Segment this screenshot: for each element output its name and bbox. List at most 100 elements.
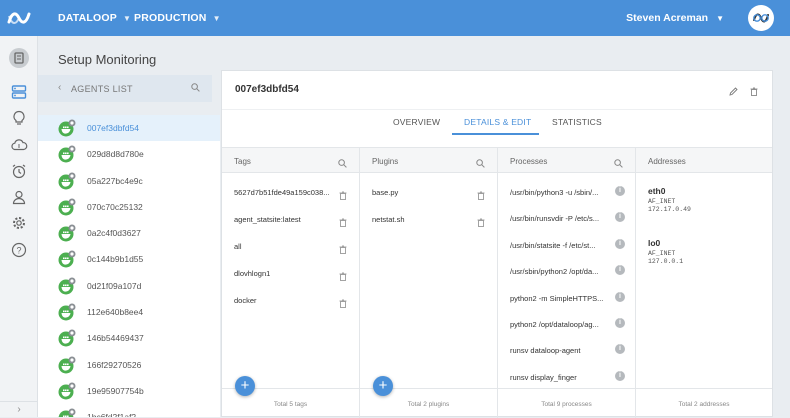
agent-list-item[interactable]: 0a2c4f0d3627 [38,220,220,246]
agent-name: 070c70c25132 [87,201,143,212]
process-item: /usr/bin/statsite -f /etc/st... [510,240,596,250]
add-plugin-button[interactable]: + [373,376,393,396]
insights-icon[interactable] [9,108,29,128]
agent-list-item[interactable]: 1bc6fd2f1af2 [38,404,220,417]
trash-icon[interactable] [339,241,347,254]
dataloop-logo-icon[interactable] [6,7,32,29]
plugins-total: Total 2 plugins [407,401,450,408]
docker-agent-icon [58,382,76,400]
processes-header-label: Processes [510,157,548,166]
agent-name: 05a227bc4e9c [87,175,143,186]
page-title: Setup Monitoring [58,52,157,67]
search-icon[interactable] [191,83,200,94]
docker-agent-icon [58,145,76,163]
info-icon[interactable]: i [615,212,625,223]
addresses-total: Total 2 addresses [678,401,730,408]
tags-column: Tags 5627d7b51fde49a159c038... agent_stat… [222,148,360,418]
org-switcher[interactable]: DATALOOP ▼ [58,0,131,36]
process-item: /usr/sbin/python2 /opt/da... [510,267,599,277]
tab-overview[interactable]: OVERVIEW [393,117,440,127]
env-label: PRODUCTION [134,12,207,24]
process-item: runsv display_finger [510,372,577,382]
agent-list-item[interactable]: 112e640b8ee4 [38,299,220,325]
details-columns: Tags 5627d7b51fde49a159c038... agent_stat… [222,147,772,418]
tags-total: Total 5 tags [273,401,308,408]
agent-list-item[interactable]: 0c144b9b1d55 [38,246,220,272]
agent-name: 029d8d8d780e [87,149,144,160]
info-icon[interactable]: i [615,238,625,249]
env-switcher[interactable]: PRODUCTION ▼ [134,0,221,36]
chevron-left-icon[interactable]: ‹ [58,82,61,93]
dashboard-icon[interactable] [9,48,29,68]
docker-agent-icon [58,119,76,137]
cloud-icon[interactable] [9,135,29,155]
docker-agent-icon [58,303,76,321]
agent-title: 007ef3dbfd54 [235,84,299,95]
search-icon[interactable] [476,155,485,173]
svg-text:?: ? [16,246,21,256]
settings-icon[interactable] [9,213,29,233]
tags-header: Tags [222,148,359,173]
info-icon[interactable]: i [615,344,625,355]
user-name: Steven Acreman [626,12,709,24]
trash-icon[interactable] [477,187,485,200]
agent-list-item[interactable]: 070c70c25132 [38,194,220,220]
agent-list-item[interactable]: 166f29270526 [38,352,220,378]
processes-column: Processes /usr/bin/python3 -u /sbin/... i… [498,148,636,418]
agent-list-item[interactable]: 146b54469437 [38,325,220,351]
chevron-down-icon: ▼ [716,13,724,23]
tags-header-label: Tags [234,157,251,166]
docker-agent-icon [58,250,76,268]
agent-name: 0c144b9b1d55 [87,254,144,265]
trash-icon[interactable] [339,295,347,308]
plugin-item: base.py [372,188,399,197]
agent-name: 0a2c4f0d3627 [87,228,141,239]
agent-name: 007ef3dbfd54 [87,123,139,133]
process-item: /usr/bin/python3 -u /sbin/... [510,188,599,197]
agent-detail-panel: 007ef3dbfd54 OVERVIEW DETAILS & EDIT STA… [221,70,773,418]
agent-list-item[interactable]: 0d21f09a107d [38,273,220,299]
tab-statistics[interactable]: STATISTICS [552,117,602,127]
info-icon[interactable]: i [615,370,625,381]
search-icon[interactable] [338,155,347,173]
agent-list-item[interactable]: 05a227bc4e9c [38,168,220,194]
alarm-clock-icon[interactable] [9,161,29,181]
org-label: DATALOOP [58,12,117,24]
info-icon[interactable]: i [615,318,625,328]
info-icon[interactable]: i [615,291,625,302]
users-icon[interactable] [9,187,29,207]
expand-sidebar-icon[interactable]: › [0,401,38,417]
add-tag-button[interactable]: + [235,376,255,396]
addresses-footer: Total 2 addresses [636,388,772,418]
agent-list-item[interactable]: 029d8d8d780e [38,141,220,167]
docker-agent-icon [58,408,76,417]
info-icon[interactable]: i [615,186,625,196]
agent-list-item[interactable]: 007ef3dbfd54 [38,115,220,142]
plugins-header: Plugins [360,148,497,173]
agents-icon[interactable] [9,82,29,102]
trash-icon[interactable] [477,214,485,227]
info-icon[interactable]: i [615,265,625,276]
address-ip: 127.0.0.1 [648,258,684,265]
processes-footer: Total 9 processes [498,388,635,418]
pencil-icon[interactable] [729,83,738,101]
processes-header: Processes [498,148,635,173]
agent-list-item[interactable]: 19e95907754b [38,378,220,404]
docker-agent-icon [58,198,76,216]
trash-icon[interactable] [339,187,347,200]
user-menu[interactable]: Steven Acreman ▼ [626,0,724,36]
tag-item: all [234,242,242,251]
agents-list-header: ‹ AGENTS LIST [38,75,212,102]
trash-icon[interactable] [339,214,347,227]
plugins-column: Plugins base.py netstat.sh Total 2 plugin… [360,148,498,418]
active-tab-indicator [452,133,539,135]
agent-name: 112e640b8ee4 [87,307,144,318]
search-icon[interactable] [614,155,623,173]
help-icon[interactable]: ? [9,240,29,260]
trash-icon[interactable] [339,268,347,281]
address-family: AF_INET [648,198,676,205]
trash-icon[interactable] [750,83,758,101]
tab-details-edit[interactable]: DETAILS & EDIT [464,117,531,127]
avatar[interactable] [748,5,774,31]
agent-name: 19e95907754b [87,385,144,396]
